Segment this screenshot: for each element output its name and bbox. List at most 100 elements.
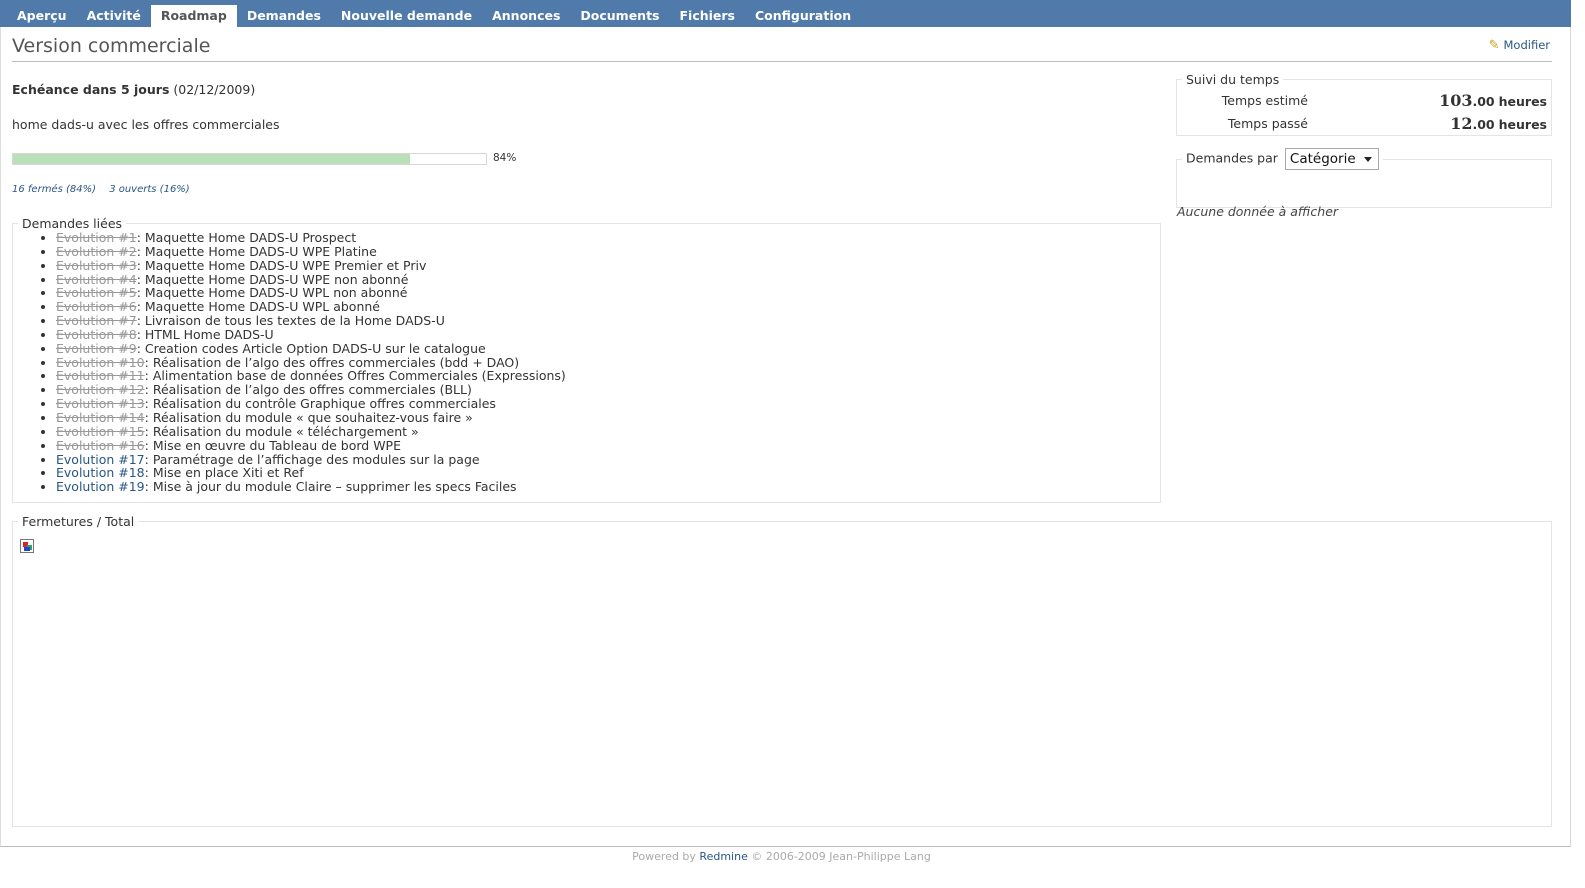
issue-link[interactable]: Evolution #17 — [56, 452, 145, 467]
list-item: Evolution #8: HTML Home DADS-U — [56, 326, 1160, 342]
list-item: Evolution #3: Maquette Home DADS-U WPE P… — [56, 257, 1160, 273]
tab-fichiers[interactable]: Fichiers — [670, 5, 746, 27]
issue-subject: : Réalisation du contrôle Graphique offr… — [144, 396, 496, 412]
tab-nouvelle-demande[interactable]: Nouvelle demande — [331, 5, 482, 27]
issue-subject: : Maquette Home DADS-U Prospect — [136, 230, 357, 245]
estimated-time-value: 103.00 heures — [1312, 89, 1551, 112]
related-issues-list: Evolution #1: Maquette Home DADS-U Prosp… — [13, 231, 1160, 494]
issue-subject: : Livraison de tous les textes de la Hom… — [136, 313, 445, 329]
closed-issues-link[interactable]: 16 fermés (84%) — [12, 184, 96, 195]
progress-fill — [13, 154, 411, 164]
time-tracking-table: Temps estimé 103.00 heures Temps passé 12… — [1177, 89, 1551, 135]
issue-subject: : HTML Home DADS-U — [136, 326, 274, 342]
spent-hours-dec: .00 — [1472, 117, 1495, 132]
list-item: Evolution #2: Maquette Home DADS-U WPE P… — [56, 244, 1160, 259]
issue-link[interactable]: Evolution #1 — [56, 230, 137, 245]
spent-time-row: Temps passé 12.00 heures — [1177, 112, 1551, 135]
list-item: Evolution #5: Maquette Home DADS-U WPL n… — [56, 286, 1160, 300]
estimated-hours-unit: heures — [1498, 94, 1547, 109]
modify-link[interactable]: ✎ Modifier — [1489, 38, 1550, 53]
tab-activite[interactable]: Activité — [77, 5, 151, 27]
list-item: Evolution #18: Mise en place Xiti et Ref — [56, 466, 1160, 480]
estimated-time-row: Temps estimé 103.00 heures — [1177, 89, 1551, 112]
issue-subject: : Réalisation de l’algo des offres comme… — [144, 354, 520, 370]
issue-subject: : Maquette Home DADS-U WPE Premier et Pr… — [136, 257, 427, 273]
redmine-link[interactable]: Redmine — [699, 850, 747, 863]
tab-roadmap[interactable]: Roadmap — [150, 5, 237, 27]
issues-by-legend: Demandes par Catégorie — [1182, 148, 1383, 170]
issue-link[interactable]: Evolution #9 — [56, 341, 137, 356]
list-item: Evolution #7: Livraison de tous les text… — [56, 314, 1160, 328]
list-item: Evolution #6: Maquette Home DADS-U WPL a… — [56, 300, 1160, 314]
issue-subject: : Mise en œuvre du Tableau de bord WPE — [144, 437, 401, 453]
issue-link[interactable]: Evolution #6 — [56, 299, 137, 314]
closures-chart-box: Fermetures / Total — [12, 514, 1552, 827]
version-description: home dads-u avec les offres commerciales — [12, 117, 280, 132]
issue-subject: : Réalisation de l’algo des offres comme… — [144, 382, 472, 398]
list-item: Evolution #12: Réalisation de l’algo des… — [56, 383, 1160, 397]
issues-by-select[interactable]: Catégorie — [1284, 148, 1379, 170]
due-label: Echéance dans 5 jours — [12, 82, 170, 97]
spent-hours-link[interactable]: 12.00 heures — [1450, 114, 1547, 133]
issue-link[interactable]: Evolution #15 — [56, 424, 145, 439]
issue-subject: : Paramétrage de l’affichage des modules… — [144, 451, 480, 467]
content-area: Version commerciale ✎ Modifier Echéance d… — [0, 27, 1571, 847]
open-issues-link[interactable]: 3 ouverts (16%) — [109, 184, 190, 195]
issue-link[interactable]: Evolution #7 — [56, 313, 137, 328]
page-title: Version commerciale — [12, 35, 211, 57]
estimated-hours-int: 103 — [1439, 91, 1473, 110]
footer: Powered by Redmine © 2006-2009 Jean-Phil… — [0, 850, 1563, 863]
closures-chart-legend: Fermetures / Total — [22, 514, 135, 529]
list-item: Evolution #11: Alimentation base de donn… — [56, 369, 1160, 383]
main-menu: Aperçu Activité Roadmap Demandes Nouvelle de… — [0, 0, 1585, 27]
issue-link[interactable]: Evolution #4 — [56, 272, 137, 287]
list-item: Evolution #1: Maquette Home DADS-U Prosp… — [56, 231, 1160, 245]
tab-annonces[interactable]: Annonces — [482, 5, 570, 27]
scrollbar-gutter — [1571, 0, 1585, 888]
tab-documents[interactable]: Documents — [570, 5, 669, 27]
issue-link[interactable]: Evolution #16 — [56, 438, 145, 453]
list-item: Evolution #4: Maquette Home DADS-U WPE n… — [56, 271, 1160, 287]
issue-subject: : Maquette Home DADS-U WPE non abonné — [136, 271, 409, 287]
issue-subject: : Alimentation base de données Offres Co… — [144, 368, 566, 384]
list-item: Evolution #10: Réalisation de l’algo des… — [56, 354, 1160, 370]
spent-time-label: Temps passé — [1227, 116, 1308, 131]
spent-hours-int: 12 — [1450, 114, 1473, 133]
issue-link[interactable]: Evolution #3 — [56, 258, 137, 273]
footer-copyright: © 2006-2009 Jean-Philippe Lang — [751, 850, 931, 863]
progress-bar — [12, 153, 487, 165]
related-issues-box: Demandes liées Evolution #1: Maquette Ho… — [12, 216, 1161, 503]
issue-link[interactable]: Evolution #19 — [56, 479, 145, 494]
issues-by-box: Demandes par Catégorie Aucune donnée à a… — [1176, 148, 1552, 219]
issue-link[interactable]: Evolution #13 — [56, 396, 145, 411]
estimated-hours-dec: .00 — [1472, 94, 1495, 109]
issue-link[interactable]: Evolution #11 — [56, 368, 145, 383]
list-item: Evolution #15: Réalisation du module « t… — [56, 423, 1160, 439]
tab-configuration[interactable]: Configuration — [745, 5, 861, 27]
issue-subject: : Réalisation du module « téléchargement… — [144, 423, 419, 439]
spent-hours-unit: heures — [1498, 117, 1547, 132]
modify-label: Modifier — [1503, 38, 1551, 52]
list-item: Evolution #17: Paramétrage de l’affichag… — [56, 451, 1160, 467]
issue-link[interactable]: Evolution #5 — [56, 285, 137, 300]
list-item: Evolution #16: Mise en œuvre du Tableau … — [56, 437, 1160, 453]
issue-subject: : Réalisation du module « que souhaitez-… — [144, 409, 473, 425]
issues-by-selected: Catégorie — [1289, 151, 1356, 167]
issue-counts: 16 fermés (84%) 3 ouverts (16%) — [12, 184, 200, 195]
issues-by-label: Demandes par — [1186, 150, 1278, 166]
dropdown-arrow-icon — [1363, 157, 1372, 162]
tab-demandes[interactable]: Demandes — [237, 5, 331, 27]
issue-link[interactable]: Evolution #10 — [56, 355, 145, 370]
issue-link[interactable]: Evolution #18 — [56, 465, 145, 480]
time-tracking-box: Suivi du temps Temps estimé 103.00 heures… — [1176, 72, 1552, 136]
tab-apercu[interactable]: Aperçu — [7, 5, 77, 27]
related-issues-legend: Demandes liées — [22, 216, 123, 231]
time-tracking-legend: Suivi du temps — [1186, 72, 1280, 87]
issue-link[interactable]: Evolution #8 — [56, 327, 137, 342]
issue-link[interactable]: Evolution #2 — [56, 244, 137, 259]
issue-link[interactable]: Evolution #14 — [56, 410, 145, 425]
list-item: Evolution #19: Mise à jour du module Cla… — [56, 480, 1160, 494]
issue-link[interactable]: Evolution #12 — [56, 382, 145, 397]
no-data-message: Aucune donnée à afficher — [1177, 204, 1339, 219]
pencil-icon: ✎ — [1488, 38, 1500, 53]
